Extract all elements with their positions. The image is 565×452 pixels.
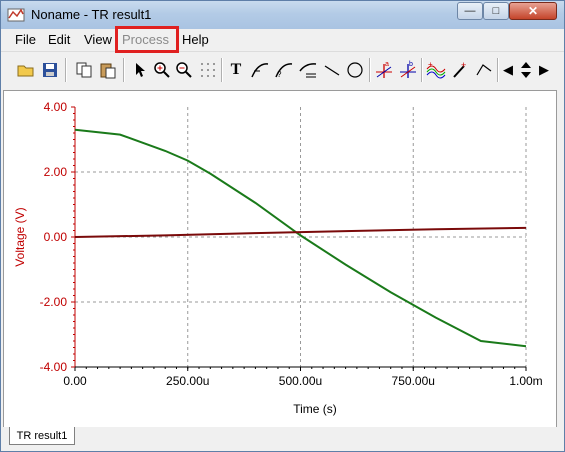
x-tick-label: 250.00u (166, 374, 209, 388)
toolbar-separator (497, 58, 499, 82)
menu-edit[interactable]: Edit (48, 32, 70, 47)
minimize-icon: — (464, 5, 476, 17)
open-icon[interactable] (15, 59, 37, 81)
grid (75, 107, 527, 367)
arrow-updown-icon[interactable] (516, 59, 536, 81)
x-tick-label: 1.00m (509, 374, 542, 388)
svg-text:+: + (428, 61, 433, 69)
curve-value-icon[interactable] (297, 59, 319, 81)
save-icon[interactable] (39, 59, 61, 81)
svg-text:?: ? (277, 70, 282, 79)
maximize-button[interactable]: □ (483, 2, 509, 20)
curve-marker-icon[interactable] (249, 59, 271, 81)
curve-info-icon[interactable]: ? (273, 59, 295, 81)
tick-labels: 0.00 250.00u 500.00u 750.00u 1.00m 4.00 2.00 0.… (40, 100, 543, 388)
arrow-right-icon[interactable]: ▶ (537, 59, 551, 81)
y-tick-label: -2.00 (40, 295, 68, 309)
x-tick-label: 750.00u (392, 374, 435, 388)
vertical-scrollbar[interactable] (557, 90, 563, 426)
x-axis-label: Time (s) (293, 402, 337, 416)
toolbar: T ? a b + + ◀ ▶ (1, 53, 564, 89)
y-tick-label: 0.00 (44, 230, 68, 244)
curves-icon[interactable]: + (425, 59, 447, 81)
tab-strip: TR result1 (1, 427, 564, 451)
y-axis-label: Voltage (V) (13, 207, 27, 266)
maximize-icon: □ (492, 5, 500, 17)
line-icon[interactable] (321, 59, 343, 81)
close-button[interactable]: ✕ (509, 2, 557, 20)
title-bar[interactable]: Noname - TR result1 — □ ✕ (1, 1, 564, 29)
y-tick-label: 2.00 (44, 165, 68, 179)
app-icon (7, 8, 25, 22)
menu-file[interactable]: File (15, 32, 36, 47)
menu-bar: File Edit View Process Help (1, 29, 564, 52)
toolbar-separator (221, 58, 223, 82)
menu-view[interactable]: View (84, 32, 112, 47)
zoom-out-icon[interactable] (173, 59, 195, 81)
tab-tr-result1[interactable]: TR result1 (9, 427, 75, 445)
copy-icon[interactable] (73, 59, 95, 81)
window-title: Noname - TR result1 (31, 7, 152, 22)
y-tick-label: -4.00 (40, 360, 68, 374)
toolbar-separator (123, 58, 125, 82)
svg-text:+: + (461, 61, 466, 70)
axes (71, 106, 527, 371)
y-tick-label: 4.00 (44, 100, 68, 114)
x-tick-label: 500.00u (279, 374, 322, 388)
toolbar-separator (421, 58, 423, 82)
chart[interactable]: 0.00 250.00u 500.00u 750.00u 1.00m 4.00 2.00 0.… (4, 91, 556, 427)
app-window: Noname - TR result1 — □ ✕ File Edit View… (0, 0, 565, 452)
toolbar-separator (369, 58, 371, 82)
cursor-a-icon[interactable]: a (373, 59, 395, 81)
text-icon[interactable]: T (225, 59, 247, 81)
zoom-in-icon[interactable] (151, 59, 173, 81)
svg-text:a: a (385, 61, 389, 68)
toolbar-separator (65, 58, 67, 82)
paste-icon[interactable] (97, 59, 119, 81)
svg-text:b: b (409, 61, 413, 68)
cursor-b-icon[interactable]: b (397, 59, 419, 81)
minimize-button[interactable]: — (457, 2, 483, 20)
x-tick-label: 0.00 (63, 374, 87, 388)
plot-area[interactable]: 0.00 250.00u 500.00u 750.00u 1.00m 4.00 2.00 0.… (3, 90, 557, 428)
grid-icon[interactable] (197, 59, 219, 81)
ellipse-icon[interactable] (344, 59, 366, 81)
process-highlight-box (115, 26, 179, 53)
step-icon[interactable] (473, 59, 495, 81)
pointer-icon[interactable] (129, 59, 151, 81)
menu-help[interactable]: Help (182, 32, 209, 47)
arrow-left-icon[interactable]: ◀ (501, 59, 515, 81)
close-icon: ✕ (527, 4, 539, 18)
probe-icon[interactable]: + (449, 59, 471, 81)
